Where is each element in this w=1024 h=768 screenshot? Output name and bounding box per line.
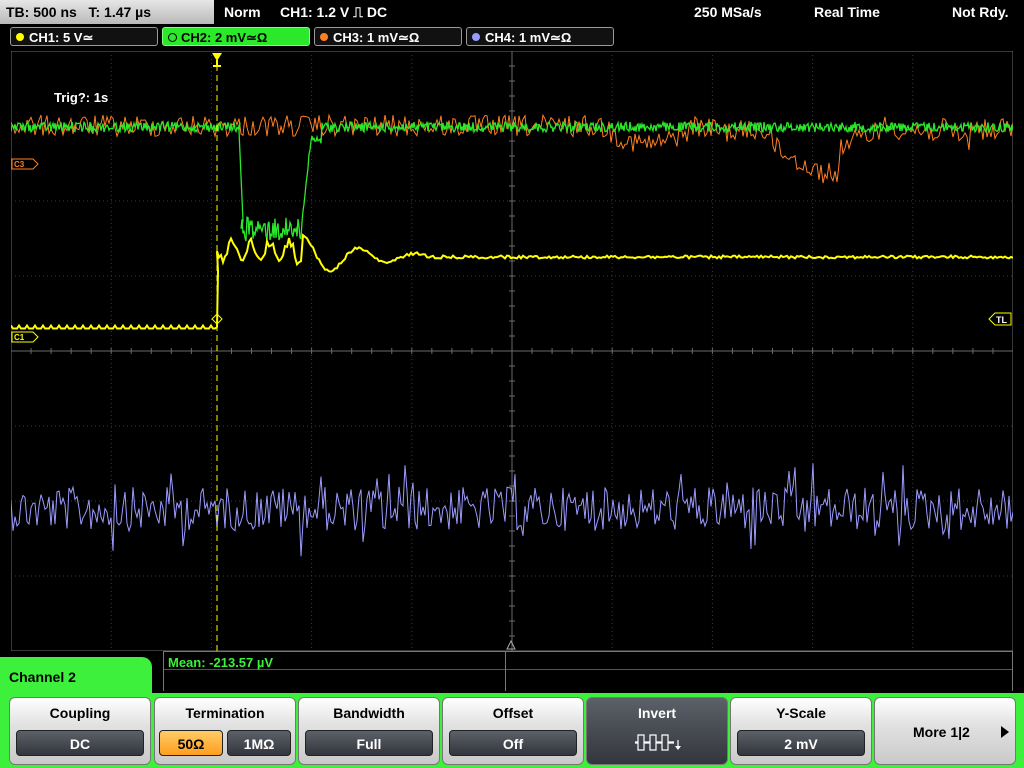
trigger-info-text: Trig?: 1s [54, 90, 108, 105]
acquisition-status: Not Rdy. [952, 4, 1009, 20]
channel-4-label: CH4: 1 mV≃Ω [485, 30, 572, 45]
termination-50ohm-option[interactable]: 50Ω [159, 730, 223, 756]
menu-title-tab: Channel 2 [0, 657, 152, 702]
bandwidth-softkey[interactable]: Bandwidth Full [298, 697, 440, 765]
termination-softkey[interactable]: Termination 50Ω 1MΩ [154, 697, 296, 765]
offset-softkey[interactable]: Offset Off [442, 697, 584, 765]
timebase-value: TB: 500 ns [6, 4, 77, 20]
trigger-source[interactable]: CH1: 1.2 V ⎍ DC [280, 0, 387, 24]
coupling-softkey[interactable]: Coupling DC [9, 697, 151, 765]
channel-3-color-dot [320, 33, 328, 41]
measurement-area [163, 651, 1013, 691]
channel-1-marker-label: C1 [14, 333, 25, 342]
bandwidth-title: Bandwidth [333, 705, 405, 721]
termination-1mohm-option[interactable]: 1MΩ [227, 730, 291, 756]
channel-bar: CH1: 5 V≃ CH2: 2 mV≃Ω CH3: 1 mV≃Ω CH4: 1… [0, 25, 1024, 48]
timebase-display[interactable]: TB: 500 ns T: 1.47 µs [0, 0, 214, 24]
channel-2-color-dot [168, 33, 177, 42]
channel-3-label: CH3: 1 mV≃Ω [333, 30, 420, 45]
channel-1-color-dot [16, 33, 24, 41]
waveform-display[interactable]: C3 C1 TL Trig?: 1s [11, 51, 1013, 651]
channel-1-button[interactable]: CH1: 5 V≃ [10, 27, 158, 46]
channel-2-label: CH2: 2 mV≃Ω [181, 30, 268, 45]
offset-title: Offset [492, 705, 534, 721]
coupling-title: Coupling [49, 705, 111, 721]
yscale-softkey[interactable]: Y-Scale 2 mV [730, 697, 872, 765]
channel-1-offset-marker[interactable]: C1 [11, 331, 39, 343]
channel-4-button[interactable]: CH4: 1 mV≃Ω [466, 27, 614, 46]
termination-title: Termination [185, 705, 265, 721]
yscale-title: Y-Scale [776, 705, 826, 721]
more-label: More 1|2 [913, 724, 970, 740]
offset-value[interactable]: Off [449, 730, 577, 756]
invert-softkey[interactable]: Invert [586, 697, 728, 765]
status-bar: Norm CH1: 1.2 V ⎍ DC 250 MSa/s Real Time… [216, 0, 1024, 24]
bandwidth-value[interactable]: Full [305, 730, 433, 756]
next-page-arrow-icon [1001, 726, 1009, 738]
yscale-value[interactable]: 2 mV [737, 730, 865, 756]
channel-3-offset-marker[interactable]: C3 [11, 158, 39, 170]
trigger-level-label: TL [996, 315, 1007, 325]
invert-title: Invert [637, 705, 677, 721]
channel-3-marker-label: C3 [14, 160, 25, 169]
more-softkey[interactable]: More 1|2 [874, 697, 1016, 765]
trigger-mode[interactable]: Norm [224, 0, 261, 24]
mean-measurement: Mean: -213.57 µV [168, 655, 274, 670]
sample-rate: 250 MSa/s [694, 4, 762, 20]
menu-title: Channel 2 [9, 669, 76, 685]
channel-2-button[interactable]: CH2: 2 mV≃Ω [162, 27, 310, 46]
invert-waveform-icon [635, 734, 681, 751]
channel-4-color-dot [472, 33, 480, 41]
acquisition-mode[interactable]: Real Time [814, 0, 880, 24]
channel-1-label: CH1: 5 V≃ [29, 30, 94, 45]
channel-3-button[interactable]: CH3: 1 mV≃Ω [314, 27, 462, 46]
trigger-time-value: T: 1.47 µs [88, 4, 152, 20]
coupling-value[interactable]: DC [16, 730, 144, 756]
